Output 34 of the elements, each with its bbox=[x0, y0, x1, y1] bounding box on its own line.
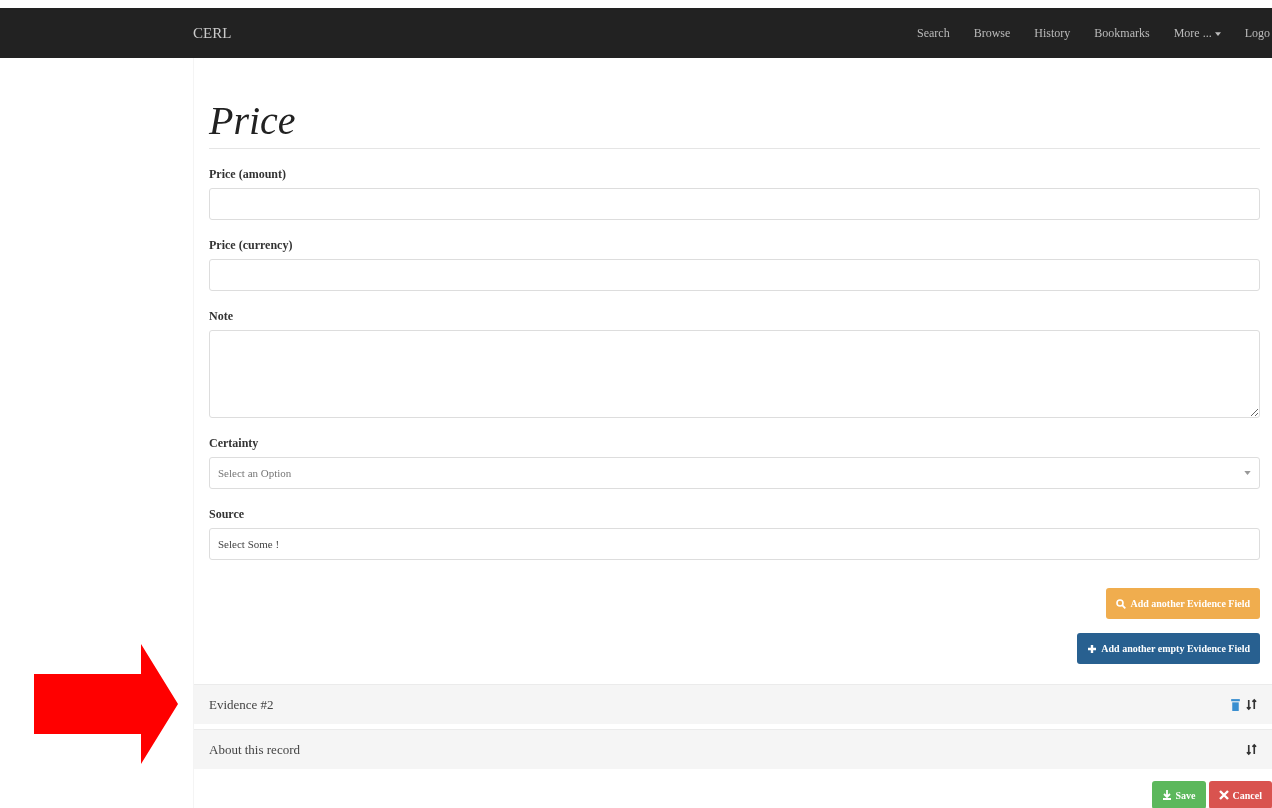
page-title: Price bbox=[209, 97, 1260, 149]
nav-link[interactable]: Bookmarks bbox=[1094, 25, 1150, 41]
caret-icon bbox=[1244, 471, 1251, 475]
field-label: Price (amount) bbox=[209, 167, 287, 182]
multiselect-field[interactable]: Select Some ! bbox=[209, 528, 1260, 560]
caret-icon bbox=[1214, 31, 1221, 36]
sort-icon[interactable] bbox=[1246, 698, 1257, 711]
nav-link[interactable]: Browse bbox=[973, 25, 1011, 41]
plus-icon bbox=[1087, 643, 1098, 654]
field-label: Note bbox=[209, 309, 234, 324]
nav-link[interactable]: Logo bbox=[1244, 25, 1270, 41]
nav-link[interactable]: History bbox=[1034, 25, 1071, 41]
input-field[interactable] bbox=[209, 259, 1260, 291]
close-icon bbox=[1218, 790, 1229, 800]
brand-link[interactable]: CERL bbox=[193, 24, 232, 42]
field-label: Certainty bbox=[209, 436, 260, 451]
search-icon bbox=[1116, 598, 1127, 609]
arrow-icon bbox=[34, 644, 178, 764]
select-field[interactable]: Select an Option bbox=[209, 457, 1260, 489]
collapsible-panel[interactable]: About this record bbox=[194, 729, 1272, 769]
field-label: Source bbox=[209, 507, 246, 522]
add-empty-evidence-button[interactable]: Add another empty Evidence Field bbox=[1077, 633, 1260, 664]
textarea-field[interactable] bbox=[209, 330, 1260, 418]
panel-title: Evidence #2 bbox=[209, 696, 274, 713]
cancel-button[interactable]: Cancel bbox=[1208, 781, 1272, 808]
download-icon bbox=[1161, 790, 1172, 800]
trash-icon[interactable] bbox=[1230, 698, 1241, 711]
field-label: Price (currency) bbox=[209, 238, 294, 253]
panel-title: About this record bbox=[209, 741, 300, 758]
collapsible-panel[interactable]: Evidence #2 bbox=[194, 684, 1272, 724]
input-field[interactable] bbox=[209, 188, 1260, 220]
nav-link[interactable]: Search bbox=[917, 25, 950, 41]
nav-dropdown[interactable]: More ... bbox=[1173, 25, 1221, 41]
sort-icon[interactable] bbox=[1246, 743, 1257, 756]
